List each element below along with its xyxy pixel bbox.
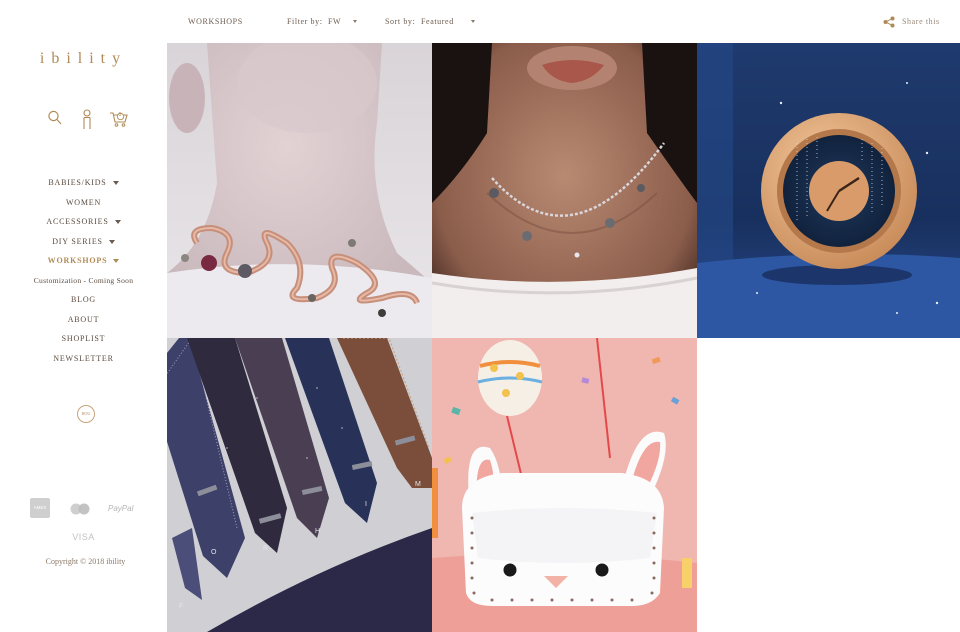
svg-text:H: H — [315, 528, 320, 535]
nav-label: WORKSHOPS — [47, 256, 108, 265]
svg-text:O: O — [211, 549, 217, 556]
sort-caret-icon[interactable] — [471, 20, 475, 23]
nav-label: Customization - Coming Soon — [33, 275, 134, 285]
sidebar: ibility 0 BABIES/KIDS WOMEN ACCESSORIES … — [0, 0, 167, 632]
beaded-necklace-photo — [432, 43, 697, 338]
sort-select[interactable]: Featured — [421, 17, 454, 26]
product-tile-crystal-necklace[interactable] — [432, 43, 697, 338]
user-icon[interactable] — [80, 109, 100, 131]
bunny-bag-photo — [432, 338, 697, 632]
nav-item-about[interactable]: ABOUT — [0, 310, 167, 330]
svg-text:M: M — [415, 481, 421, 488]
nav-item-women[interactable]: WOMEN — [0, 193, 167, 213]
mastercard-icon — [69, 503, 91, 517]
section-title: WORKSHOPS — [188, 17, 243, 26]
product-tile-bunny-bag[interactable] — [432, 338, 697, 632]
header-icons: 0 — [47, 109, 129, 133]
filter-select[interactable]: FW — [328, 17, 341, 26]
product-tile-wooden-clock[interactable] — [697, 43, 960, 338]
caret-down-icon — [114, 220, 121, 225]
caret-down-icon — [113, 259, 120, 264]
share-icon[interactable] — [883, 15, 895, 33]
nav-label: WOMEN — [65, 197, 102, 207]
nav-label: BLOG — [71, 295, 96, 304]
filter-caret-icon[interactable] — [353, 20, 357, 23]
topbar: WORKSHOPS Filter by: FW Sort by: Feature… — [167, 0, 960, 43]
nav-label: SHOPLIST — [61, 334, 106, 343]
product-grid: F O R H I M — [167, 43, 960, 632]
search-icon[interactable] — [47, 109, 67, 131]
svg-text:F: F — [179, 603, 183, 610]
cart-count: 0 — [118, 111, 122, 118]
nav-label: BABIES/KIDS — [48, 178, 107, 187]
nav-item-babies-kids[interactable]: BABIES/KIDS — [0, 173, 167, 193]
share-link[interactable]: Share this — [902, 17, 940, 26]
nav-item-customization[interactable]: Customization - Coming Soon — [0, 271, 167, 291]
clock-photo — [697, 43, 960, 338]
nav-item-diy-series[interactable]: DIY SERIES — [0, 232, 167, 252]
nav-item-blog[interactable]: BLOG — [0, 290, 167, 310]
nav-item-workshops[interactable]: WORKSHOPS — [0, 251, 167, 271]
nav-label: DIY SERIES — [52, 236, 103, 246]
necklace-photo — [167, 43, 432, 338]
filter-label: Filter by: — [287, 17, 323, 26]
visa-label: VISA — [72, 532, 95, 542]
sort-label: Sort by: — [385, 17, 416, 26]
amex-label: AMEX — [33, 505, 47, 510]
caret-down-icon — [112, 181, 119, 186]
nav-label: ABOUT — [67, 314, 100, 324]
brand-logo[interactable]: ibility — [0, 50, 167, 68]
social-badge-icon[interactable]: HOU — [77, 405, 95, 423]
nav-item-accessories[interactable]: ACCESSORIES — [0, 212, 167, 232]
svg-text:I: I — [365, 501, 367, 508]
ties-photo: F O R H I M — [167, 338, 432, 632]
product-tile-rose-gold-necklace[interactable] — [167, 43, 432, 338]
copyright: Copyright © 2018 ibility — [45, 557, 126, 566]
nav-label: ACCESSORIES — [46, 217, 109, 226]
svg-text:R: R — [263, 545, 268, 552]
nav-item-newsletter[interactable]: NEWSLETTER — [0, 349, 167, 369]
cart-icon[interactable]: 0 — [109, 109, 129, 131]
nav-item-shoplist[interactable]: SHOPLIST — [0, 329, 167, 349]
caret-down-icon — [108, 239, 115, 244]
amex-icon: AMEX — [30, 498, 50, 518]
product-tile-monogram-ties[interactable]: F O R H I M — [167, 338, 432, 632]
nav-label: NEWSLETTER — [53, 353, 114, 363]
payment-methods: AMEX PayPal — [30, 498, 145, 520]
paypal-label: PayPal — [108, 504, 134, 513]
main-nav: BABIES/KIDS WOMEN ACCESSORIES DIY SERIES… — [0, 173, 167, 368]
